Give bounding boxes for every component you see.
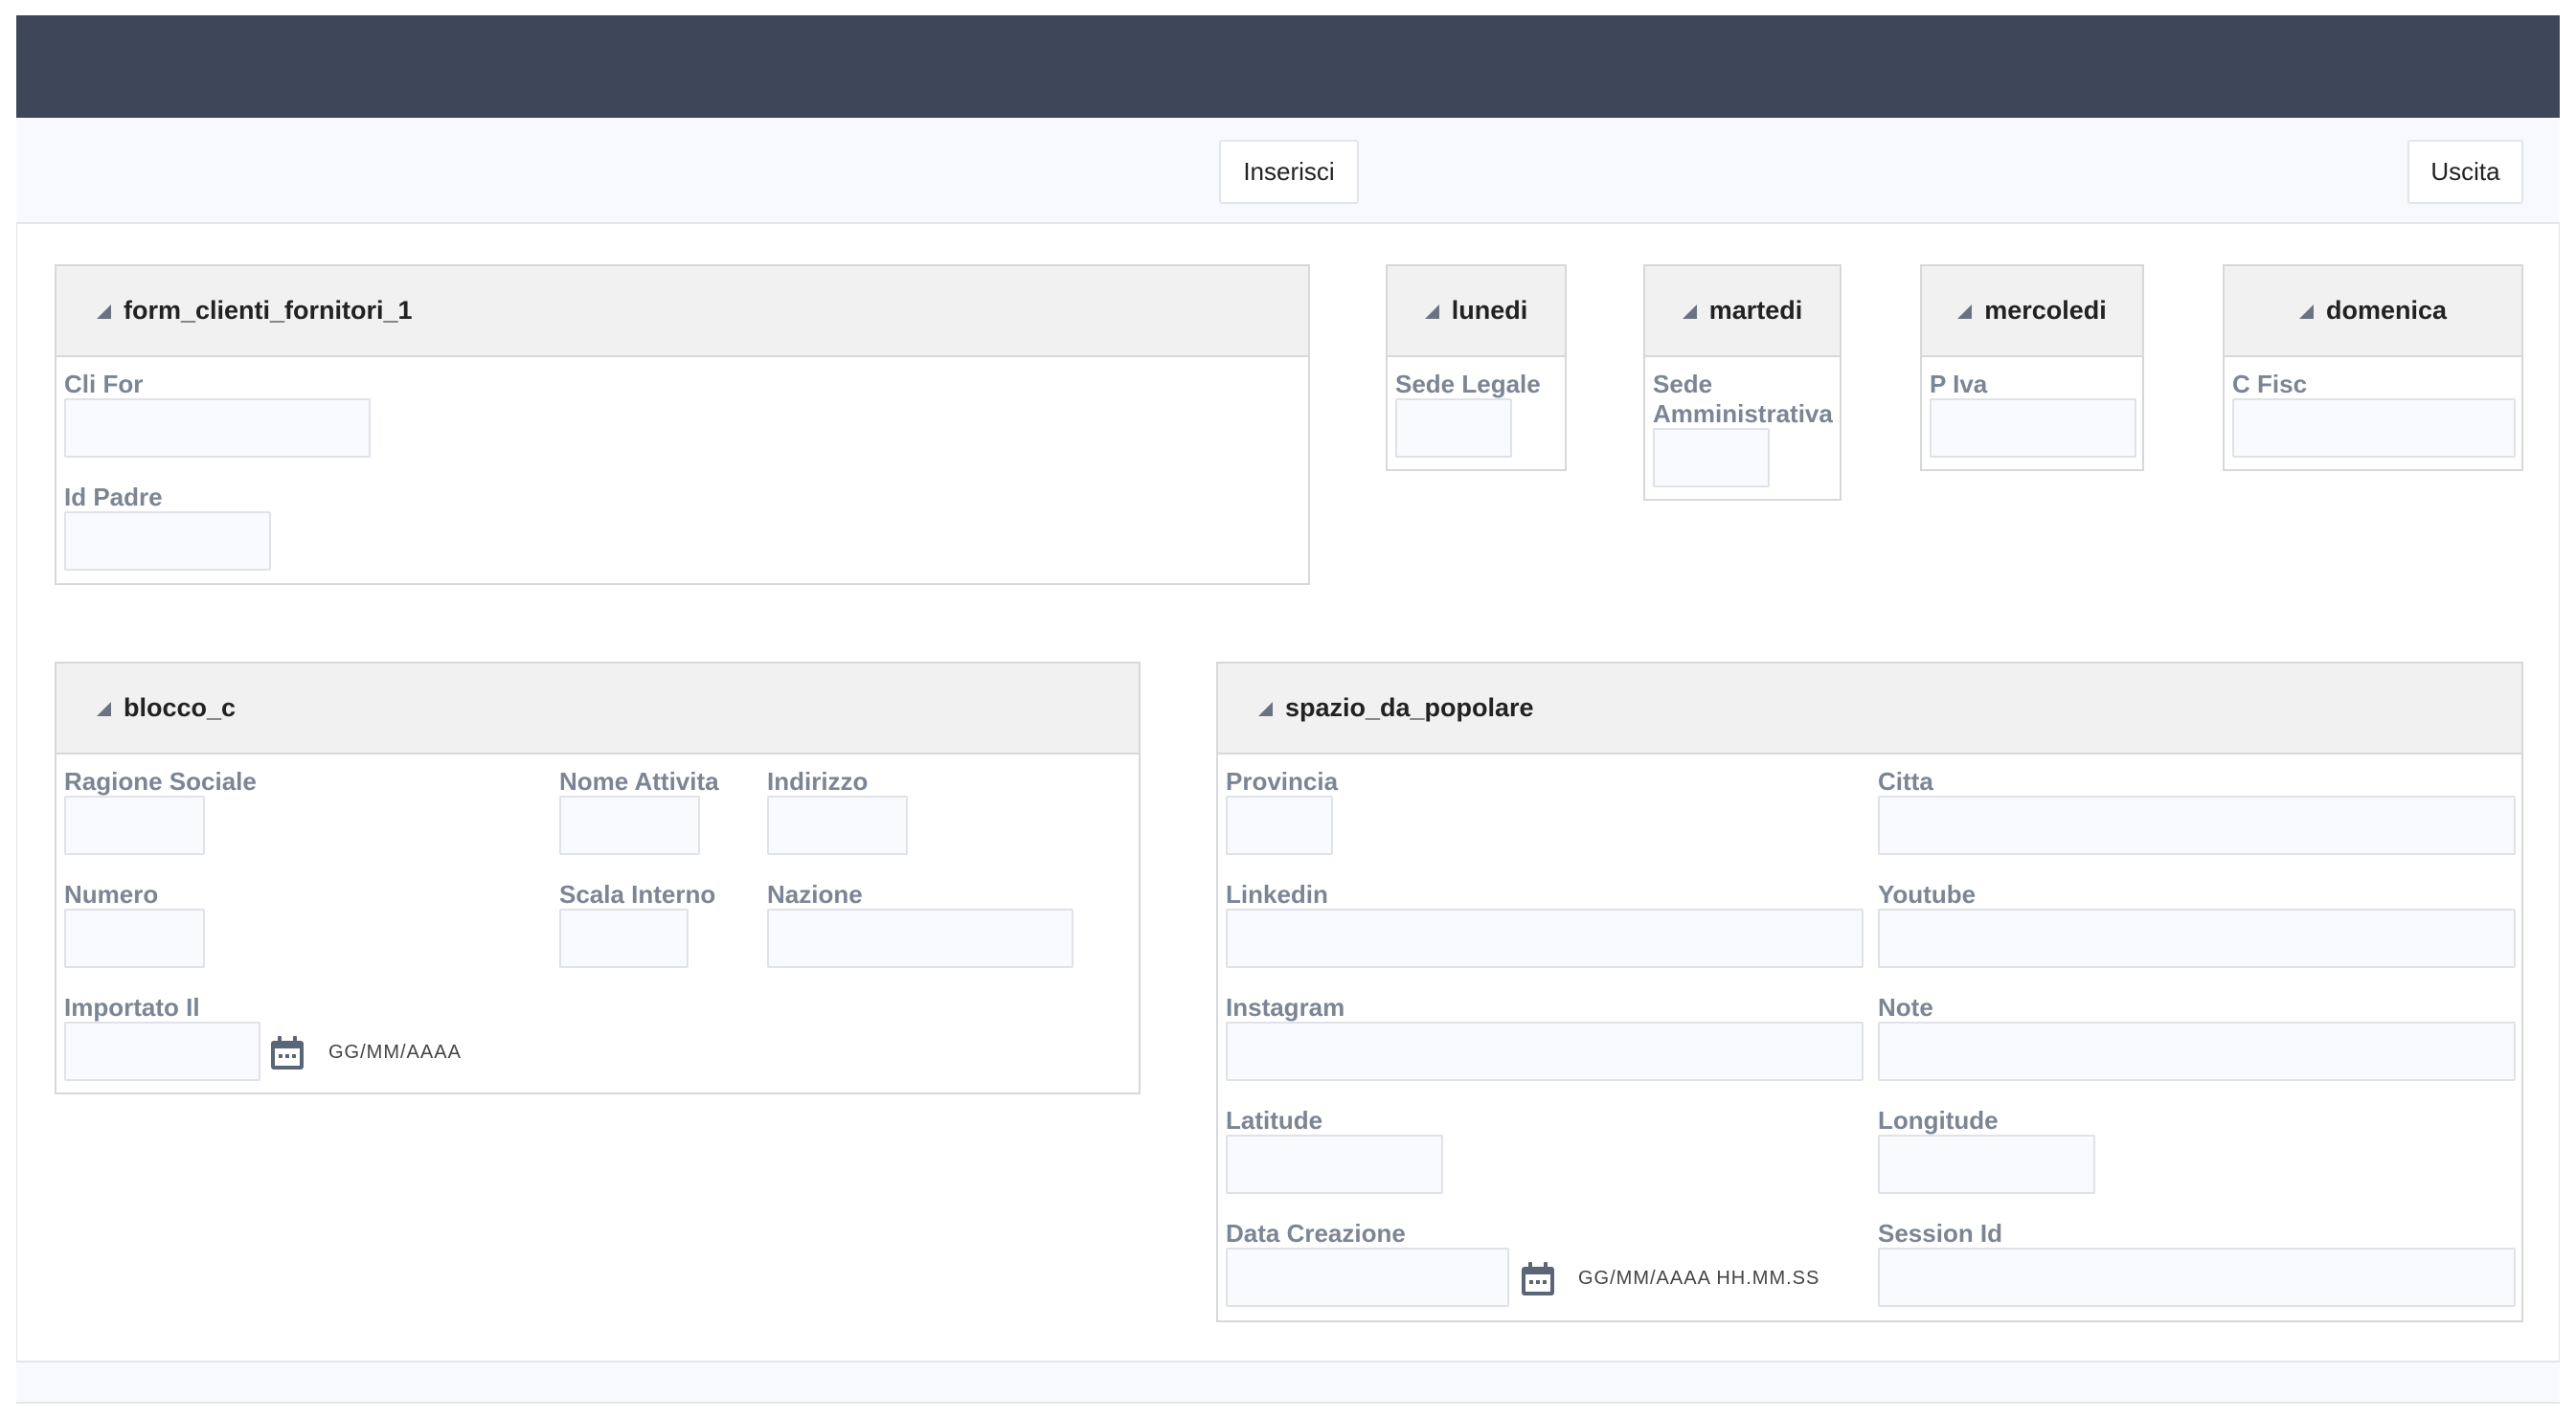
youtube-input[interactable] [1878,909,2516,968]
label-longitude: Longitude [1878,1106,1999,1135]
instagram-input[interactable] [1226,1022,1864,1081]
label-note: Note [1878,993,1933,1022]
longitude-input[interactable] [1878,1135,2095,1194]
label-nazione: Nazione [767,880,863,909]
label-session-id: Session Id [1878,1219,2003,1248]
collapse-triangle-icon[interactable] [97,304,111,319]
exit-button[interactable]: Uscita [2407,140,2523,204]
numero-input[interactable] [64,909,205,968]
label-indirizzo: Indirizzo [767,767,869,796]
panel-lunedi: lunedi Sede Legale [1386,264,1567,471]
label-ragione-sociale: Ragione Sociale [64,767,257,796]
panel-title: form_clienti_fornitori_1 [124,296,413,325]
panel-header[interactable]: spazio_da_popolare [1218,664,2521,755]
label-sede-amministrativa: Sede Amministrativa [1653,370,1833,428]
collapse-triangle-icon[interactable] [1682,304,1697,319]
c-fisc-input[interactable] [2232,398,2516,458]
linkedin-input[interactable] [1226,909,1864,968]
panel-title: lunedi [1451,296,1528,325]
importato-il-date-input[interactable] [64,1022,260,1081]
label-id-padre: Id Padre [64,483,163,511]
label-cli-for: Cli For [64,370,144,398]
data-creazione-datetime-input[interactable] [1226,1248,1509,1307]
label-instagram: Instagram [1226,993,1345,1022]
footer-bar [16,1361,2560,1404]
cli-for-input[interactable] [64,398,371,458]
calendar-icon[interactable] [1519,1260,1557,1298]
panel-spazio-da-popolare: spazio_da_popolare Provincia Citta Linke… [1216,662,2523,1322]
label-importato-il: Importato Il [64,993,200,1022]
label-nome-attivita: Nome Attivita [559,767,719,796]
panel-title: mercoledi [1984,296,2107,325]
citta-input[interactable] [1878,796,2516,855]
collapse-triangle-icon[interactable] [1258,702,1273,716]
panel-title: spazio_da_popolare [1285,693,1534,722]
label-data-creazione: Data Creazione [1226,1219,1406,1248]
panel-header[interactable]: form_clienti_fornitori_1 [56,266,1308,357]
label-youtube: Youtube [1878,880,1977,909]
label-p-iva: P Iva [1930,370,1988,398]
sede-legale-input[interactable] [1395,398,1512,458]
panel-header[interactable]: mercoledi [1922,266,2142,357]
collapse-triangle-icon[interactable] [1957,304,1973,319]
nome-attivita-input[interactable] [559,796,700,855]
label-c-fisc: C Fisc [2232,370,2308,398]
scala-interno-input[interactable] [559,909,689,968]
panel-header[interactable]: martedi [1645,266,1840,357]
panel-blocco-c: blocco_c Ragione Sociale Nome Attivita I… [55,662,1141,1094]
label-citta: Citta [1878,767,1933,796]
top-header-bar [16,15,2560,118]
latitude-input[interactable] [1226,1135,1443,1194]
sede-amministrativa-input[interactable] [1653,428,1770,487]
panel-title: blocco_c [124,693,237,722]
ragione-sociale-input[interactable] [64,796,205,855]
datetime-format-hint: GG/MM/AAAA HH.MM.SS [1578,1268,1820,1289]
panel-header[interactable]: blocco_c [56,664,1139,755]
panel-domenica: domenica C Fisc [2223,264,2523,471]
p-iva-input[interactable] [1930,398,2136,458]
panel-mercoledi: mercoledi P Iva [1920,264,2144,471]
indirizzo-input[interactable] [767,796,908,855]
label-provincia: Provincia [1226,767,1339,796]
panel-header[interactable]: domenica [2225,266,2521,357]
panel-header[interactable]: lunedi [1388,266,1565,357]
collapse-triangle-icon[interactable] [1424,304,1439,319]
nazione-input[interactable] [767,909,1073,968]
label-sede-legale: Sede Legale [1395,370,1541,398]
date-format-hint: GG/MM/AAAA [328,1042,462,1063]
id-padre-input[interactable] [64,511,271,571]
panel-form-clienti-fornitori: form_clienti_fornitori_1 Cli For Id Padr… [55,264,1310,585]
panel-title: domenica [2325,296,2448,325]
collapse-triangle-icon[interactable] [97,702,111,716]
label-scala-interno: Scala Interno [559,880,716,909]
label-latitude: Latitude [1226,1106,1323,1135]
insert-button[interactable]: Inserisci [1219,140,1359,204]
session-id-input[interactable] [1878,1248,2516,1307]
note-input[interactable] [1878,1022,2516,1081]
label-numero: Numero [64,880,159,909]
panel-martedi: martedi Sede Amministrativa [1643,264,1842,501]
calendar-icon[interactable] [268,1034,306,1072]
label-linkedin: Linkedin [1226,880,1328,909]
collapse-triangle-icon[interactable] [2298,304,2314,319]
provincia-input[interactable] [1226,796,1333,855]
panel-title: martedi [1708,296,1803,325]
